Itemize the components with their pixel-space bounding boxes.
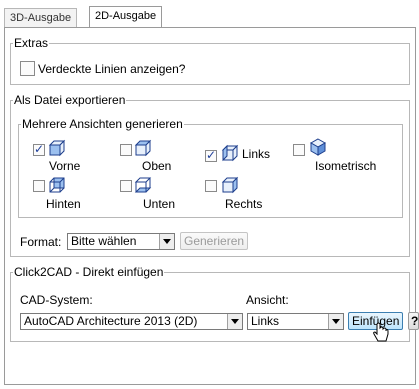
generate-button[interactable]: Generieren bbox=[180, 232, 249, 250]
cube-bottom-icon bbox=[134, 177, 152, 193]
view-bottom-label: Unten bbox=[143, 197, 176, 211]
tab-3d-output[interactable]: 3D-Ausgabe bbox=[4, 8, 78, 27]
view-label: Ansicht: bbox=[246, 293, 289, 307]
help-button[interactable]: ? bbox=[408, 312, 419, 330]
view-left-checkbox[interactable] bbox=[205, 148, 217, 162]
view-isometric-checkbox[interactable] bbox=[293, 144, 305, 156]
extras-group: Extras bbox=[10, 37, 410, 85]
view-left-label: Links bbox=[242, 147, 271, 161]
cad-system-label: CAD-System: bbox=[20, 293, 93, 307]
click2cad-legend: Click2CAD - Direkt einfügen bbox=[14, 265, 164, 279]
chevron-down-icon bbox=[328, 314, 343, 329]
view-isometric-label: Isometrisch bbox=[315, 159, 377, 173]
format-select-value: Bitte wählen bbox=[71, 234, 137, 248]
view-top-checkbox[interactable] bbox=[120, 144, 132, 156]
cube-back-icon bbox=[49, 177, 65, 193]
format-label: Format: bbox=[20, 235, 62, 249]
view-front-checkbox[interactable] bbox=[33, 142, 45, 156]
cube-front-icon bbox=[48, 139, 66, 157]
format-select[interactable]: Bitte wählen bbox=[67, 233, 175, 250]
cube-left-icon bbox=[221, 144, 239, 162]
view-select-value: Links bbox=[251, 314, 280, 328]
cad-system-select[interactable]: AutoCAD Architecture 2013 (2D) bbox=[20, 313, 243, 330]
hidden-lines-label: Verdeckte Linien anzeigen? bbox=[38, 62, 186, 76]
view-back-checkbox[interactable] bbox=[33, 180, 45, 192]
cube-top-icon bbox=[134, 139, 152, 157]
view-back-label: Hinten bbox=[46, 197, 81, 211]
view-top-label: Oben bbox=[142, 159, 172, 173]
cad-system-select-value: AutoCAD Architecture 2013 (2D) bbox=[24, 314, 198, 328]
hidden-lines-checkbox[interactable] bbox=[20, 61, 35, 76]
cube-right-icon bbox=[221, 176, 239, 194]
chevron-down-icon bbox=[227, 314, 242, 329]
view-right-label: Rechts bbox=[225, 197, 263, 211]
tab-bar: 3D-Ausgabe 2D-Ausgabe bbox=[4, 6, 416, 28]
view-bottom-checkbox[interactable] bbox=[120, 180, 132, 192]
view-right-checkbox[interactable] bbox=[205, 180, 217, 192]
extras-legend: Extras bbox=[14, 36, 49, 50]
view-select[interactable]: Links bbox=[247, 313, 344, 330]
hand-cursor-icon bbox=[373, 322, 389, 342]
chevron-down-icon bbox=[159, 234, 174, 249]
cube-isometric-icon bbox=[309, 138, 327, 156]
tab-2d-output[interactable]: 2D-Ausgabe bbox=[89, 6, 163, 28]
views-legend: Mehrere Ansichten generieren bbox=[22, 117, 183, 131]
export-legend: Als Datei exportieren bbox=[14, 93, 126, 107]
view-front-label: Vorne bbox=[49, 159, 81, 173]
